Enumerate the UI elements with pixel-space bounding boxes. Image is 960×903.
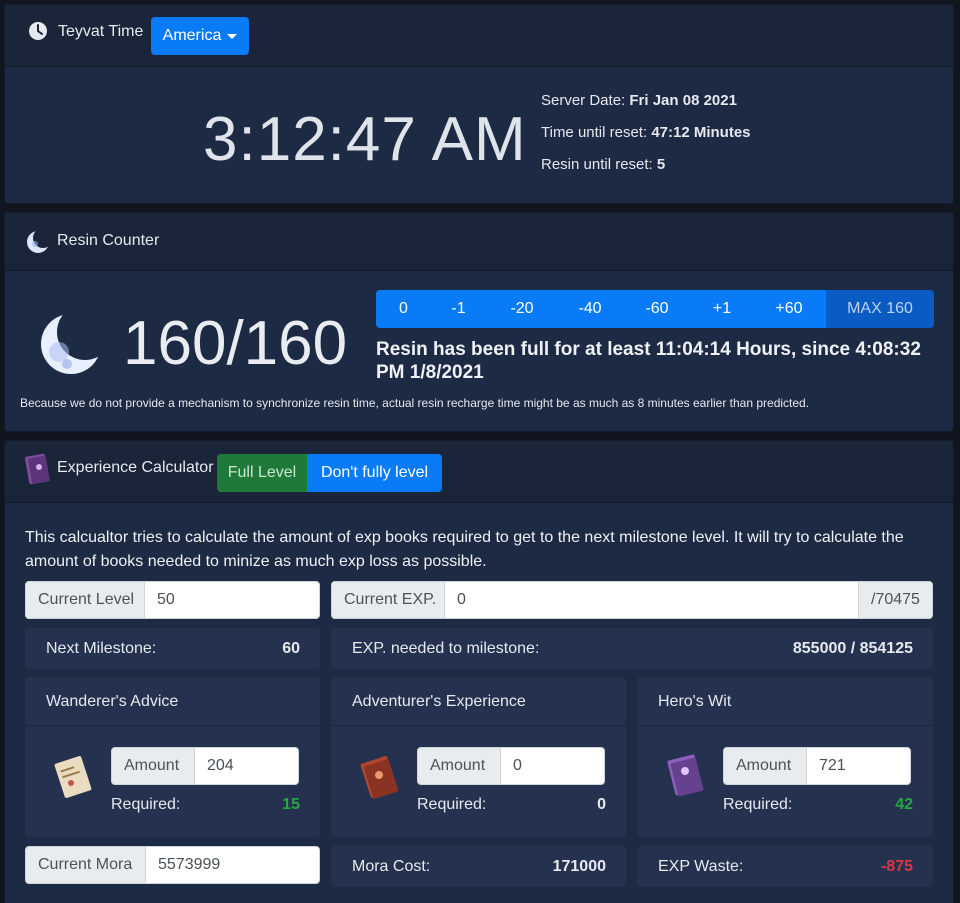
resin-minus-1-button[interactable]: -1 <box>431 290 486 328</box>
resin-minus-60-button[interactable]: -60 <box>622 290 692 328</box>
current-level-input[interactable]: 50 <box>144 581 320 619</box>
resin-button-group: 0 -1 -20 -40 -60 +1 +60 MAX 160 <box>376 290 934 328</box>
resin-minus-40-button[interactable]: -40 <box>558 290 622 328</box>
exp-waste-value: -875 <box>880 858 913 875</box>
current-level-label: Current Level <box>25 581 145 619</box>
book-card-header: Wanderer's Advice <box>25 677 320 726</box>
next-milestone-panel: Next Milestone: 60 <box>25 628 320 669</box>
resin-plus-1-button[interactable]: +1 <box>692 290 752 328</box>
current-mora-input[interactable]: 5573999 <box>145 846 320 884</box>
server-clock: 3:12:47 AM <box>203 105 527 174</box>
reset-value: 47:12 Minutes <box>651 124 751 141</box>
current-mora-label: Current Mora <box>25 846 146 884</box>
resin-set-0-button[interactable]: 0 <box>376 290 431 328</box>
book-required-label: Required: <box>111 796 181 813</box>
book-name: Hero's Wit <box>658 693 732 710</box>
resin-reset-label: Resin until reset: <box>541 156 653 173</box>
resin-max-button[interactable]: MAX 160 <box>826 290 934 328</box>
full-level-button[interactable]: Full Level <box>217 454 307 492</box>
book-required-value: 0 <box>597 796 606 813</box>
book-amount-label: Amount <box>723 747 807 785</box>
book-amount-input[interactable]: 204 <box>194 747 299 785</box>
book-card-adventurers-experience: Adventurer's Experience Amount 0 Require… <box>331 677 626 837</box>
resin-plus-60-button[interactable]: +60 <box>752 290 826 328</box>
resin-minus-20-button[interactable]: -20 <box>486 290 558 328</box>
reset-line: Time until reset: 47:12 Minutes <box>541 124 751 141</box>
resin-moon-icon <box>27 229 51 253</box>
resin-large-moon-icon <box>41 308 107 374</box>
exp-waste-panel: EXP Waste: -875 <box>637 846 933 887</box>
resin-disclaimer: Because we do not provide a mechanism to… <box>20 396 810 410</box>
heros-wit-book-icon <box>667 754 704 797</box>
mora-cost-label: Mora Cost: <box>352 858 431 875</box>
book-required-value: 42 <box>895 796 913 813</box>
teyvat-time-card: Teyvat Time America 3:12:47 AM Server Da… <box>4 4 954 204</box>
clock-icon <box>29 22 47 40</box>
resin-title: Resin Counter <box>57 232 160 249</box>
book-name: Wanderer's Advice <box>46 693 179 710</box>
mora-cost-value: 171000 <box>552 858 606 875</box>
resin-reset-line: Resin until reset: 5 <box>541 156 665 173</box>
book-required-label: Required: <box>417 796 487 813</box>
resin-header: Resin Counter <box>5 213 953 271</box>
region-label: America <box>162 27 222 44</box>
exp-calculator-card: Experience Calculator Full Level Don't f… <box>4 440 954 903</box>
book-required-value: 15 <box>282 796 300 813</box>
current-exp-max-label: /70475 <box>858 581 933 619</box>
server-date-value: Fri Jan 08 2021 <box>629 92 737 109</box>
resin-count: 160/160 <box>123 309 348 378</box>
exp-header: Experience Calculator Full Level Don't f… <box>5 441 953 503</box>
resin-reset-value: 5 <box>656 156 666 173</box>
exp-needed-value: 855000 / 854125 <box>792 640 913 657</box>
server-date-line: Server Date: Fri Jan 08 2021 <box>541 92 737 109</box>
book-required-label: Required: <box>723 796 793 813</box>
current-exp-input[interactable]: 0 <box>444 581 859 619</box>
region-dropdown-button[interactable]: America <box>151 17 249 55</box>
book-card-header: Hero's Wit <box>637 677 933 726</box>
heros-wit-book-icon <box>25 453 50 485</box>
exp-waste-label: EXP Waste: <box>658 858 744 875</box>
book-amount-label: Amount <box>111 747 195 785</box>
teyvat-time-header: Teyvat Time America <box>5 5 953 67</box>
teyvat-time-title: Teyvat Time <box>58 23 144 40</box>
resin-status: Resin has been full for at least 11:04:1… <box>376 339 921 383</box>
caret-down-icon <box>227 33 238 39</box>
book-card-heros-wit: Hero's Wit Amount 721 Required: 42 <box>637 677 933 837</box>
book-card-wanderers-advice: Wanderer's Advice Amount 204 Required: 1… <box>25 677 320 837</box>
next-milestone-label: Next Milestone: <box>46 640 157 657</box>
mora-cost-panel: Mora Cost: 171000 <box>331 846 626 887</box>
server-date-label: Server Date: <box>541 92 626 109</box>
book-amount-input[interactable]: 0 <box>500 747 605 785</box>
book-amount-input[interactable]: 721 <box>806 747 911 785</box>
exp-needed-panel: EXP. needed to milestone: 855000 / 85412… <box>331 628 933 669</box>
book-card-header: Adventurer's Experience <box>331 677 626 726</box>
adventurers-experience-book-icon <box>360 756 399 799</box>
dont-fully-level-button[interactable]: Don't fully level <box>307 454 442 492</box>
book-name: Adventurer's Experience <box>352 693 526 710</box>
reset-label: Time until reset: <box>541 124 648 141</box>
wanderers-advice-book-icon <box>54 756 92 798</box>
next-milestone-value: 60 <box>282 640 300 657</box>
exp-title: Experience Calculator <box>57 459 214 476</box>
exp-description: This calcualtor tries to calculate the a… <box>25 529 904 570</box>
book-amount-label: Amount <box>417 747 501 785</box>
current-exp-label: Current EXP. <box>331 581 445 619</box>
exp-needed-label: EXP. needed to milestone: <box>352 640 540 657</box>
resin-counter-card: Resin Counter 160/160 0 -1 -20 -40 -60 +… <box>4 212 954 432</box>
